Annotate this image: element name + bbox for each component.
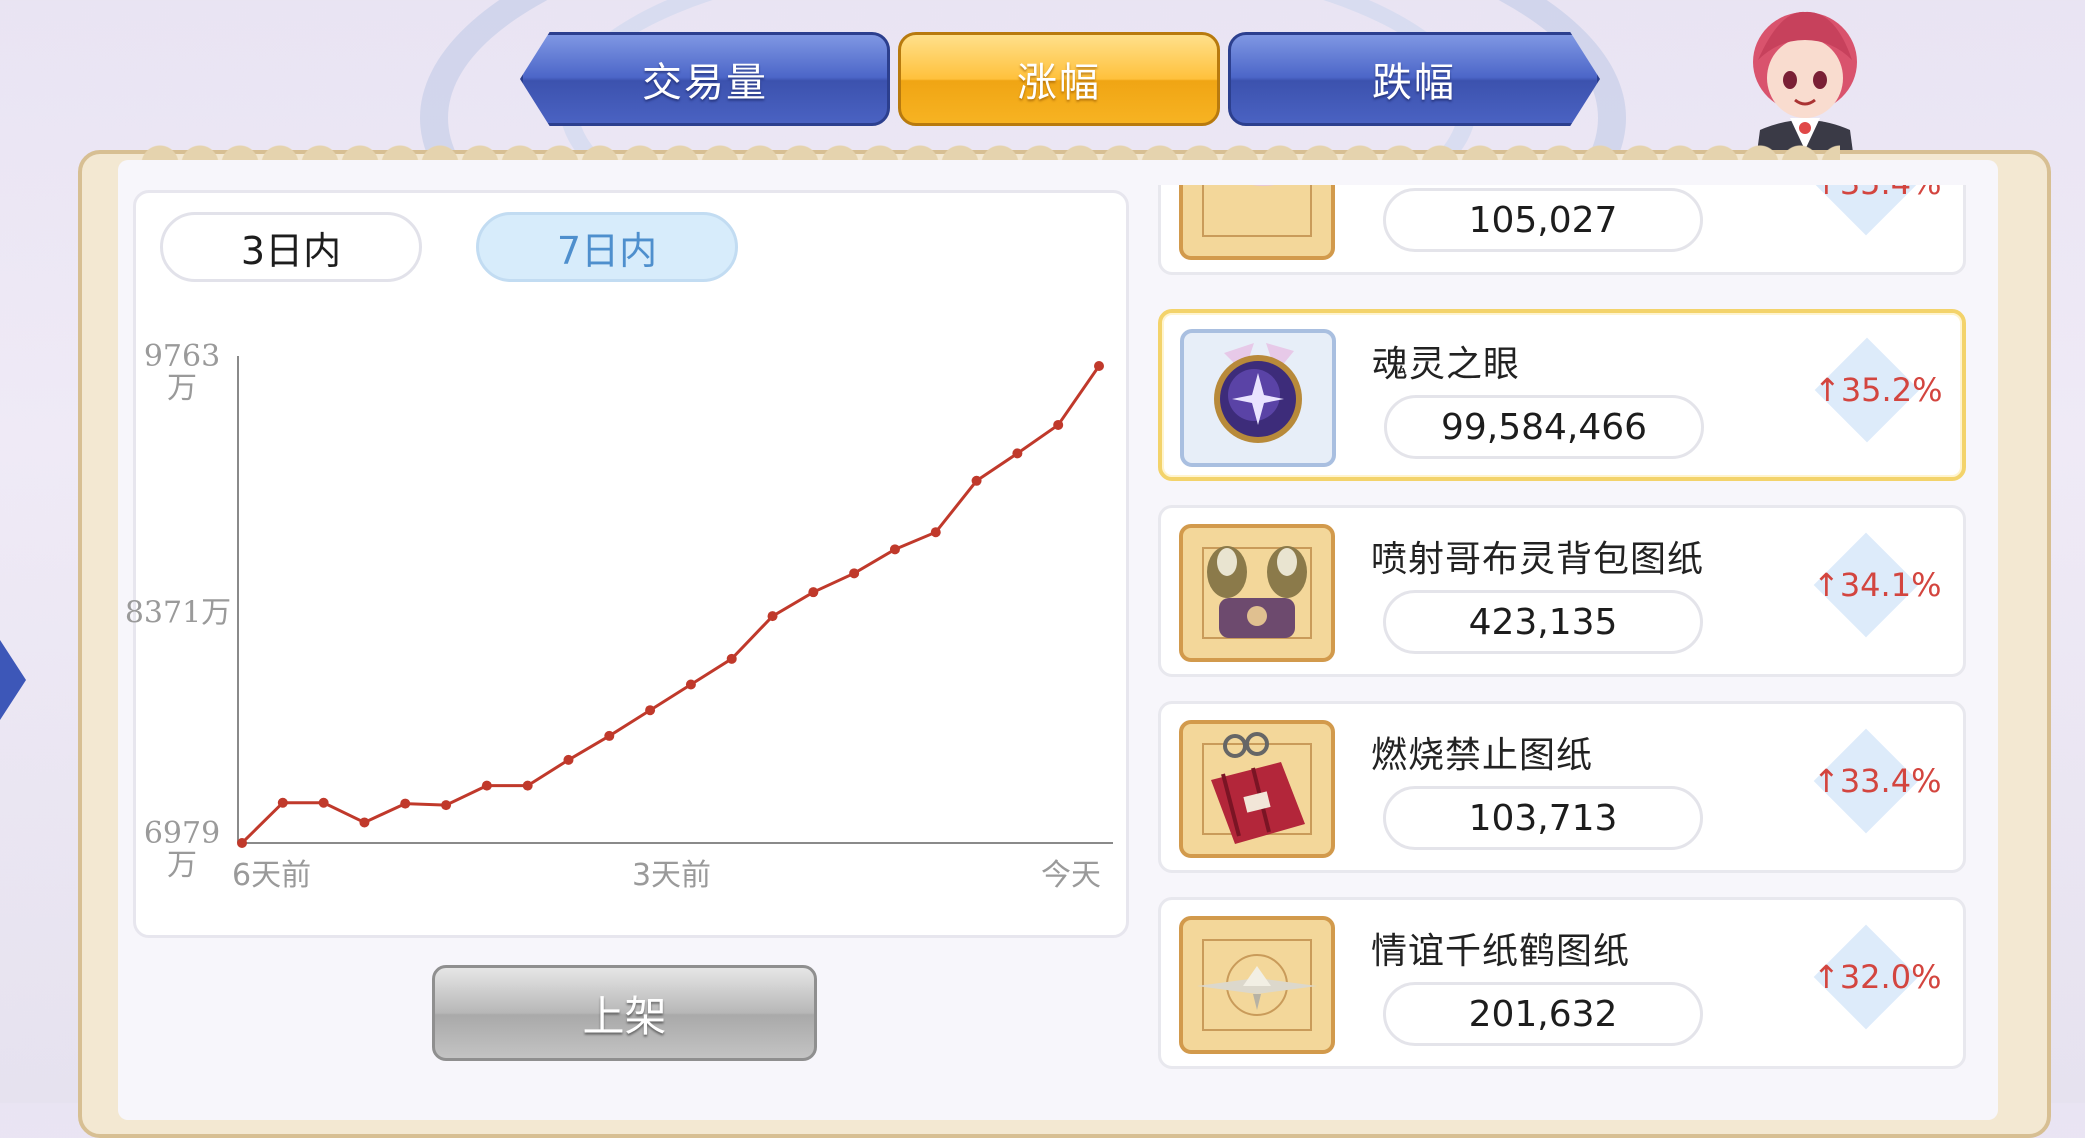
data-point: [522, 780, 533, 791]
x-tick-label: 3天前: [632, 858, 711, 893]
rise-percent: ↑35.4%: [1813, 185, 1941, 202]
list-item-selected[interactable]: 魂灵之眼 99,584,466 ↑35.2%: [1158, 309, 1966, 481]
item-ranking-list[interactable]: 105,027 ↑35.4% 魂灵之眼 99,584,466 ↑35.2%: [1138, 185, 1978, 1075]
rise-percent: ↑32.0%: [1813, 958, 1941, 996]
data-point: [318, 797, 329, 808]
item-name: 燃烧禁止图纸: [1371, 735, 1594, 776]
data-point: [889, 544, 900, 555]
data-point: [726, 653, 737, 664]
x-tick-label: 今天: [1041, 858, 1101, 893]
data-point: [359, 817, 370, 828]
paper-crane-blueprint-icon: [1179, 916, 1335, 1054]
period-7-days-button[interactable]: 7日内: [476, 212, 738, 282]
price-series-line: [240, 365, 1101, 845]
data-point: [277, 797, 288, 808]
rise-value: 35.4%: [1840, 185, 1942, 202]
list-item[interactable]: 喷射哥布灵背包图纸 423,135 ↑34.1%: [1158, 505, 1966, 677]
rise-percent: ↑33.4%: [1813, 762, 1941, 800]
price-line-chart: 9763 万 8371万 6979 万 6天前 3天前 今天: [125, 340, 1113, 893]
item-price: 103,713: [1383, 786, 1703, 850]
data-point: [481, 780, 492, 791]
rise-value: 32.0%: [1839, 958, 1942, 996]
up-arrow-icon: ↑: [1813, 762, 1840, 800]
list-item[interactable]: 情谊千纸鹤图纸 201,632 ↑32.0%: [1158, 897, 1966, 1069]
burn-ban-blueprint-icon: [1179, 720, 1335, 858]
item-price: 99,584,466: [1384, 395, 1704, 459]
item-name: 魂灵之眼: [1372, 344, 1521, 385]
period-3-days-button[interactable]: 3日内: [160, 212, 422, 282]
tab-rise[interactable]: 涨幅: [898, 32, 1220, 126]
item-price: 423,135: [1383, 590, 1703, 654]
list-item[interactable]: 105,027 ↑35.4%: [1158, 185, 1966, 275]
ranking-tabs: 交易量 涨幅 跌幅: [520, 32, 1600, 128]
tab-fall[interactable]: 跌幅: [1228, 32, 1600, 126]
rise-value: 34.1%: [1839, 566, 1942, 604]
item-price: 105,027: [1383, 188, 1703, 252]
item-name: 喷射哥布灵背包图纸: [1371, 539, 1705, 580]
data-point: [808, 587, 819, 598]
rise-percent: ↑35.2%: [1814, 371, 1942, 409]
data-point: [645, 705, 656, 716]
data-point: [237, 838, 247, 848]
data-point: [563, 754, 574, 765]
data-point: [1053, 419, 1064, 430]
rise-value: 35.2%: [1840, 371, 1943, 409]
partial-blueprint-icon: [1179, 185, 1335, 260]
y-tick-label: 8371万: [125, 596, 231, 631]
list-item[interactable]: 燃烧禁止图纸 103,713 ↑33.4%: [1158, 701, 1966, 873]
data-point: [685, 679, 696, 690]
data-point: [849, 568, 860, 579]
list-for-sale-button[interactable]: 上架: [432, 965, 817, 1061]
y-tick-label: 9763 万: [144, 340, 220, 406]
rise-percent: ↑34.1%: [1813, 566, 1941, 604]
data-point: [767, 611, 778, 622]
left-nav-arrow-icon[interactable]: [0, 640, 26, 720]
data-point: [930, 527, 941, 538]
soul-eye-orb-icon: [1180, 329, 1336, 467]
y-tick-label: 6979 万: [144, 816, 220, 883]
item-name: 情谊千纸鹤图纸: [1371, 931, 1631, 972]
data-point: [604, 730, 615, 741]
up-arrow-icon: ↑: [1813, 958, 1840, 996]
up-arrow-icon: ↑: [1813, 185, 1840, 202]
tab-volume[interactable]: 交易量: [520, 32, 890, 126]
up-arrow-icon: ↑: [1813, 566, 1840, 604]
data-point: [441, 800, 452, 811]
up-arrow-icon: ↑: [1814, 371, 1841, 409]
x-tick-label: 6天前: [232, 858, 311, 893]
data-point: [1012, 448, 1023, 459]
data-point: [1094, 361, 1104, 371]
item-price: 201,632: [1383, 982, 1703, 1046]
data-point: [400, 798, 411, 809]
rise-value: 33.4%: [1839, 762, 1942, 800]
goblin-jetpack-blueprint-icon: [1179, 524, 1335, 662]
data-point: [971, 475, 982, 486]
